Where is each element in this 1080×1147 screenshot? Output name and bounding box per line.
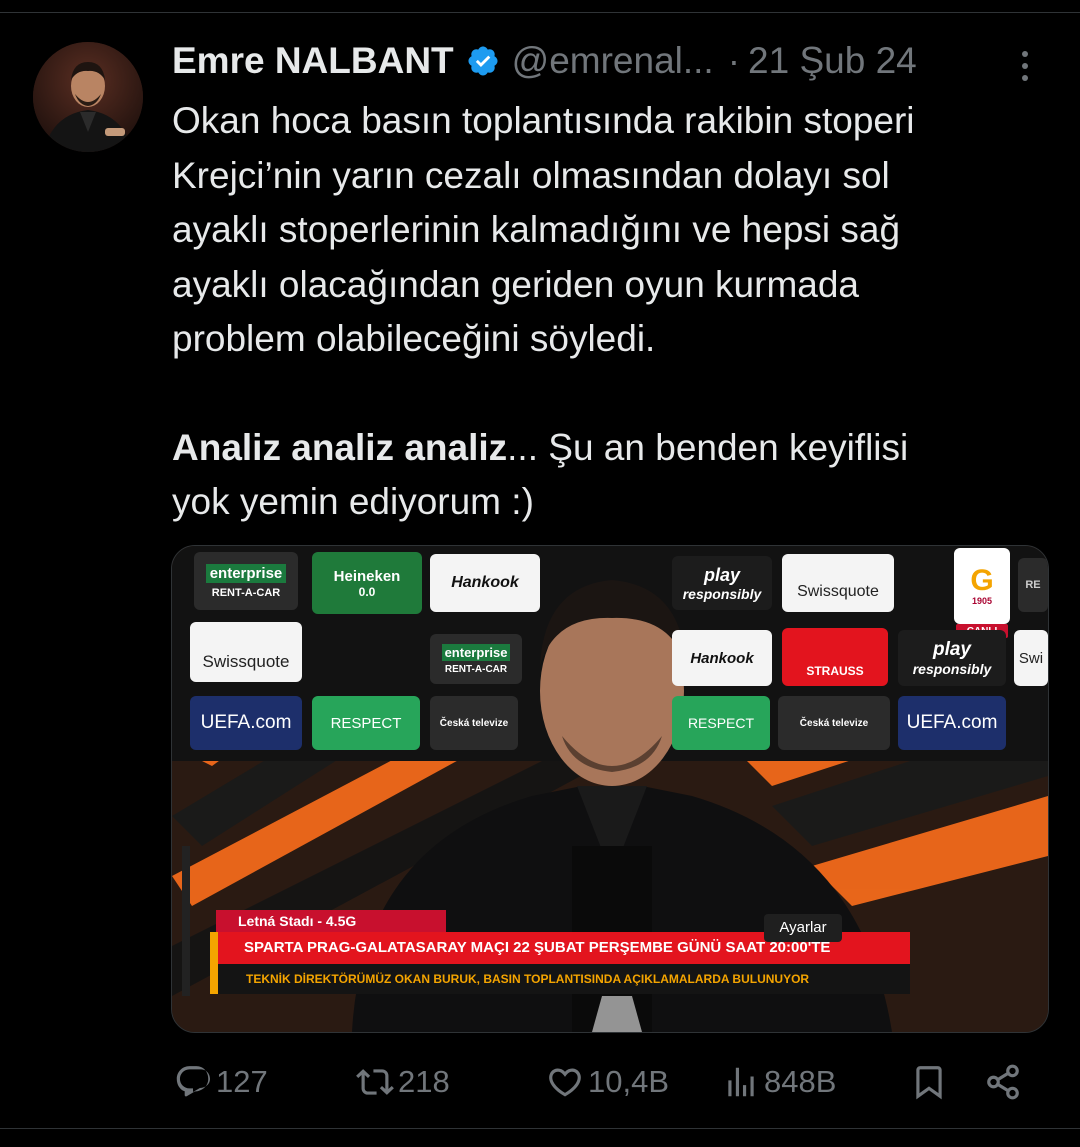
like-count: 10,4B — [588, 1064, 670, 1099]
settings-tooltip: Ayarlar — [764, 914, 842, 942]
tweet-date[interactable]: 21 Şub 24 — [748, 40, 917, 82]
text-line: Okan hoca basın toplantısında rakibin st… — [172, 100, 915, 141]
ad-swissquote: Swissquote — [190, 622, 302, 682]
repost-count: 218 — [398, 1064, 450, 1099]
heart-icon — [549, 1068, 581, 1097]
ad-re-cut: RE — [1018, 558, 1048, 612]
views-chart-icon — [728, 1067, 754, 1097]
ad-ceska: Česká televize — [430, 696, 518, 750]
tweet-header: Emre NALBANT @emrenal... · 21 Şub 24 — [172, 38, 917, 84]
text-line: yok yemin ediyorum :) — [172, 481, 534, 522]
ad-swissquote: Swissquote — [782, 554, 894, 612]
bookmark-button[interactable] — [910, 1058, 952, 1106]
ad-ceska: Česká televize — [778, 696, 890, 750]
text-line: Analiz analiz analiz... Şu an benden key… — [172, 421, 1052, 476]
reply-button[interactable]: 127 — [174, 1058, 268, 1106]
share-button[interactable] — [984, 1058, 1026, 1106]
action-bar: 127 218 10,4B 848B — [0, 1058, 1080, 1106]
ad-enterprise: enterprise RENT-A-CAR — [194, 552, 298, 610]
ad-heineken: Heineken 0.0 — [312, 552, 422, 614]
ad-uefa: UEFA.com — [898, 696, 1006, 750]
galatasaray-logo: G 1905 — [954, 548, 1010, 624]
bookmark-icon — [916, 1066, 942, 1100]
ad-play-responsibly: play responsibly — [672, 556, 772, 610]
ad-uefa: UEFA.com — [190, 696, 302, 750]
reply-count: 127 — [216, 1064, 268, 1099]
text-line: Krejci’nin yarın cezalı olmasından dolay… — [172, 154, 890, 196]
reply-icon — [176, 1066, 211, 1097]
ad-enterprise: enterprise RENT-A-CAR — [430, 634, 522, 684]
headline-text: SPARTA PRAG-GALATASARAY MAÇI 22 ŞUBAT PE… — [244, 939, 726, 956]
author-name[interactable]: Emre NALBANT — [172, 40, 454, 82]
bottom-divider — [0, 1128, 1080, 1129]
author-handle[interactable]: @emrenal... — [512, 40, 714, 82]
verified-badge-icon — [466, 44, 500, 78]
ad-hankook: Hankook — [430, 554, 540, 612]
repost-icon — [356, 1069, 394, 1095]
like-button[interactable]: 10,4B — [546, 1058, 669, 1106]
ad-swi-cut: Swi — [1014, 630, 1048, 686]
tweet-text: Okan hoca basın toplantısında rakibin st… — [172, 94, 1052, 530]
header-separator: · — [727, 40, 741, 81]
ad-hankook: Hankook — [672, 630, 772, 686]
more-options-icon[interactable] — [1012, 46, 1038, 86]
share-icon — [987, 1064, 1019, 1100]
ad-strauss: STRAUSS — [782, 628, 888, 686]
views-button[interactable]: 848B — [722, 1058, 836, 1106]
location-label: Letná Stadı - 4.5G — [216, 910, 446, 932]
ad-respect: RESPECT — [312, 696, 420, 750]
news-subline: TEKNİK DİREKTÖRÜMÜZ OKAN BURUK, BASIN TO… — [210, 964, 910, 994]
avatar[interactable] — [33, 42, 143, 152]
ad-respect: RESPECT — [672, 696, 770, 750]
text-rest: ... Şu an benden keyiflisi — [507, 426, 909, 468]
bold-text: Analiz analiz analiz — [172, 426, 508, 468]
views-count: 848B — [764, 1064, 837, 1099]
repost-button[interactable]: 218 — [356, 1058, 450, 1106]
text-line: problem olabileceğini söyledi. — [172, 318, 656, 359]
top-divider — [0, 12, 1080, 13]
text-line: ayaklı olacağından geriden oyun kurmada — [172, 263, 860, 305]
tweet-media[interactable]: enterprise RENT-A-CAR Heineken 0.0 Hanko… — [171, 545, 1049, 1033]
ad-play-responsibly: play responsibly — [898, 630, 1006, 686]
text-line: ayaklı stoperlerinin kalmadığını ve heps… — [172, 209, 901, 250]
avatar-photo — [33, 42, 143, 152]
